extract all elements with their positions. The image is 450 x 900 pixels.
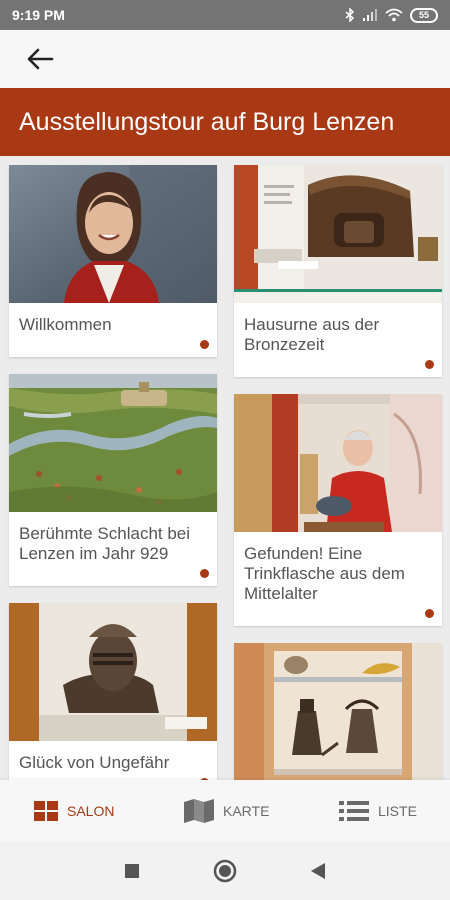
card-title: Hausurne aus der Bronzezeit [244, 315, 380, 354]
exhibit-card[interactable]: Hausurne aus der Bronzezeit [234, 165, 442, 377]
triangle-back-icon [311, 862, 325, 879]
home-button[interactable] [209, 841, 241, 900]
unvisited-indicator [200, 340, 209, 349]
exhibit-card[interactable]: Gefunden! Eine Trinkflasche aus dem Mitt… [234, 394, 442, 626]
map-icon [184, 798, 214, 823]
card-title: Berühmte Schlacht bei Lenzen im Jahr 929 [19, 524, 191, 563]
wifi-icon [385, 8, 403, 22]
nav-liste-button[interactable]: LISTE [338, 780, 417, 841]
unvisited-indicator [425, 360, 434, 369]
exhibit-card[interactable] [234, 643, 442, 780]
card-title: Gefunden! Eine Trinkflasche aus dem Mitt… [244, 544, 405, 603]
nav-karte-button[interactable]: KARTE [183, 780, 269, 841]
bluetooth-icon [345, 8, 355, 22]
unvisited-indicator [425, 609, 434, 618]
card-title: Willkommen [19, 315, 112, 334]
grid-icon [34, 800, 58, 821]
exhibit-card[interactable]: Glück von Ungefähr [9, 603, 217, 780]
nav-salon-label: SALON [67, 802, 115, 819]
nav-salon-button[interactable]: SALON [33, 780, 114, 841]
exhibit-grid[interactable]: Willkommen Berühmte Schlacht bei Lenzen … [0, 156, 450, 780]
title-bar: Ausstellungstour auf Burg Lenzen [0, 88, 450, 156]
card-thumbnail [234, 394, 442, 532]
recents-button[interactable] [115, 841, 149, 900]
status-bar: 9:19 PM 55 [0, 0, 450, 30]
list-icon [339, 800, 369, 821]
exhibit-card[interactable]: Berühmte Schlacht bei Lenzen im Jahr 929 [9, 374, 217, 586]
page-title: Ausstellungstour auf Burg Lenzen [19, 108, 395, 136]
card-thumbnail [234, 643, 442, 780]
square-icon [125, 863, 139, 878]
exhibit-card[interactable]: Willkommen [9, 165, 217, 357]
grid-column-left: Willkommen Berühmte Schlacht bei Lenzen … [9, 165, 217, 780]
back-system-button[interactable] [302, 841, 334, 900]
battery-level: 55 [418, 10, 429, 20]
status-icons: 55 [345, 6, 438, 24]
app-bar [0, 30, 450, 88]
grid-column-right: Hausurne aus der Bronzezeit Gefunden! Ei… [234, 165, 442, 780]
system-navigation-bar [0, 841, 450, 900]
circle-icon [213, 859, 237, 882]
card-thumbnail [234, 165, 442, 303]
back-button[interactable] [22, 44, 58, 74]
card-thumbnail [9, 165, 217, 303]
card-thumbnail [9, 603, 217, 741]
card-thumbnail [9, 374, 217, 512]
nav-karte-label: KARTE [223, 802, 270, 819]
nav-liste-label: LISTE [378, 802, 417, 819]
signal-icon [363, 9, 377, 21]
card-title: Glück von Ungefähr [19, 753, 170, 772]
arrow-left-icon [27, 48, 54, 70]
battery-icon: 55 [410, 7, 438, 23]
bottom-navigation: SALON KARTE LISTE [0, 780, 450, 841]
status-time: 9:19 PM [12, 7, 65, 23]
unvisited-indicator [200, 569, 209, 578]
